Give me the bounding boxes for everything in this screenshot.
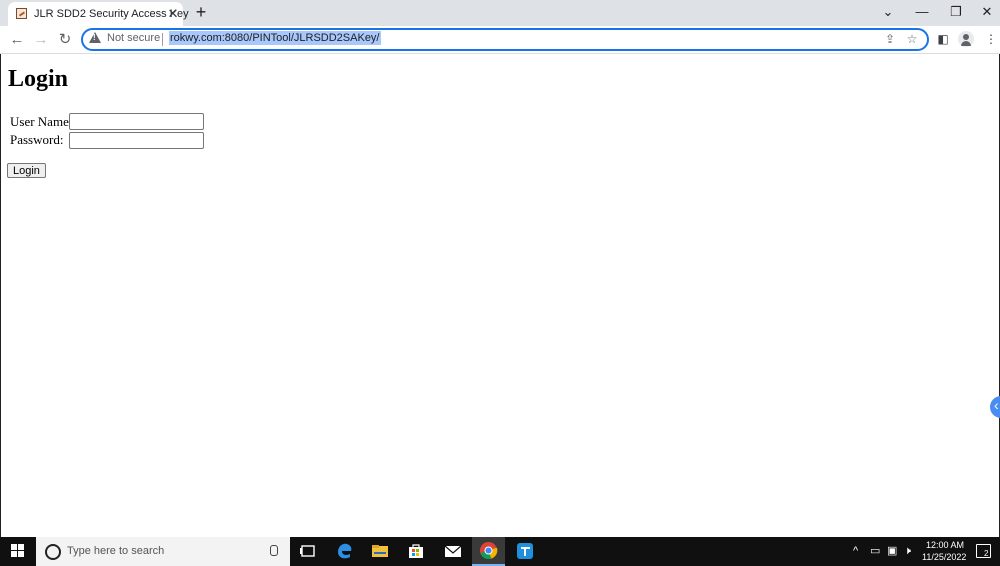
- close-tab-icon[interactable]: ✕: [166, 7, 180, 21]
- notification-center-icon[interactable]: 2: [976, 544, 991, 558]
- new-tab-button[interactable]: +: [193, 3, 209, 21]
- more-menu-icon[interactable]: ⋮: [983, 31, 999, 47]
- app-icon[interactable]: [515, 541, 535, 561]
- search-placeholder: Type here to search: [67, 545, 165, 557]
- task-view-icon[interactable]: [298, 541, 318, 561]
- chrome-taskbar-button[interactable]: [472, 537, 505, 566]
- windows-start-icon[interactable]: [11, 544, 25, 558]
- divider: [162, 33, 163, 46]
- login-button[interactable]: Login: [7, 163, 46, 178]
- share-icon[interactable]: ⇪: [883, 32, 897, 46]
- side-panel-icon[interactable]: ◧: [935, 31, 951, 47]
- url-text[interactable]: rokwy.com:8080/PINTool/JLRSDD2SAKey/: [169, 31, 381, 45]
- site-favicon-icon: [16, 8, 27, 19]
- show-hidden-icons-chevron-icon[interactable]: ^: [853, 545, 858, 557]
- username-label: User Name:: [10, 114, 73, 129]
- browser-toolbar: ← → ↻ Not secure rokwy.com:8080/PINTool/…: [0, 26, 1000, 54]
- clock-date[interactable]: 11/25/2022: [922, 552, 966, 562]
- page-viewport: Login User Name: Password: Login: [0, 54, 1000, 537]
- taskbar-search-box[interactable]: Type here to search: [36, 537, 290, 566]
- close-window-button[interactable]: ✕: [977, 3, 997, 21]
- reload-icon[interactable]: ↻: [55, 30, 75, 50]
- side-helper-icon[interactable]: [990, 396, 1000, 418]
- minimize-button[interactable]: —: [912, 3, 932, 21]
- taskbar: Type here to search ^ ▭ ▣ 🕨 12:00 AM 11/…: [0, 537, 1000, 566]
- restore-button[interactable]: ❐: [946, 3, 966, 21]
- password-input[interactable]: [69, 132, 204, 149]
- file-explorer-icon[interactable]: [370, 541, 390, 561]
- edge-browser-icon[interactable]: [335, 541, 355, 561]
- username-input[interactable]: [69, 113, 204, 130]
- profile-avatar-icon[interactable]: [958, 31, 974, 47]
- bookmark-star-icon[interactable]: ☆: [905, 32, 919, 46]
- chrome-icon: [479, 541, 498, 560]
- tab-search-icon[interactable]: ⌄: [878, 3, 898, 21]
- battery-icon[interactable]: ▭: [870, 545, 880, 557]
- password-label: Password:: [10, 132, 64, 147]
- address-bar[interactable]: Not secure rokwy.com:8080/PINTool/JLRSDD…: [81, 28, 929, 51]
- microphone-icon[interactable]: [270, 545, 278, 556]
- back-arrow-icon[interactable]: ←: [7, 30, 27, 50]
- security-status[interactable]: Not secure: [107, 32, 160, 44]
- store-icon[interactable]: [406, 541, 426, 561]
- page-title: Login: [8, 66, 69, 92]
- tab-strip: JLR SDD2 Security Access Key ✕ + ⌄ — ❐ ✕: [0, 0, 1000, 26]
- mail-icon[interactable]: [443, 541, 463, 561]
- clock-time[interactable]: 12:00 AM: [926, 540, 964, 550]
- search-icon: [45, 544, 61, 560]
- volume-muted-icon[interactable]: 🕨: [904, 545, 911, 557]
- browser-tab[interactable]: JLR SDD2 Security Access Key ✕: [8, 2, 189, 26]
- forward-arrow-icon[interactable]: →: [31, 30, 51, 50]
- warning-icon[interactable]: [89, 32, 101, 43]
- network-icon[interactable]: ▣: [887, 545, 897, 557]
- notification-count: 2: [984, 549, 989, 558]
